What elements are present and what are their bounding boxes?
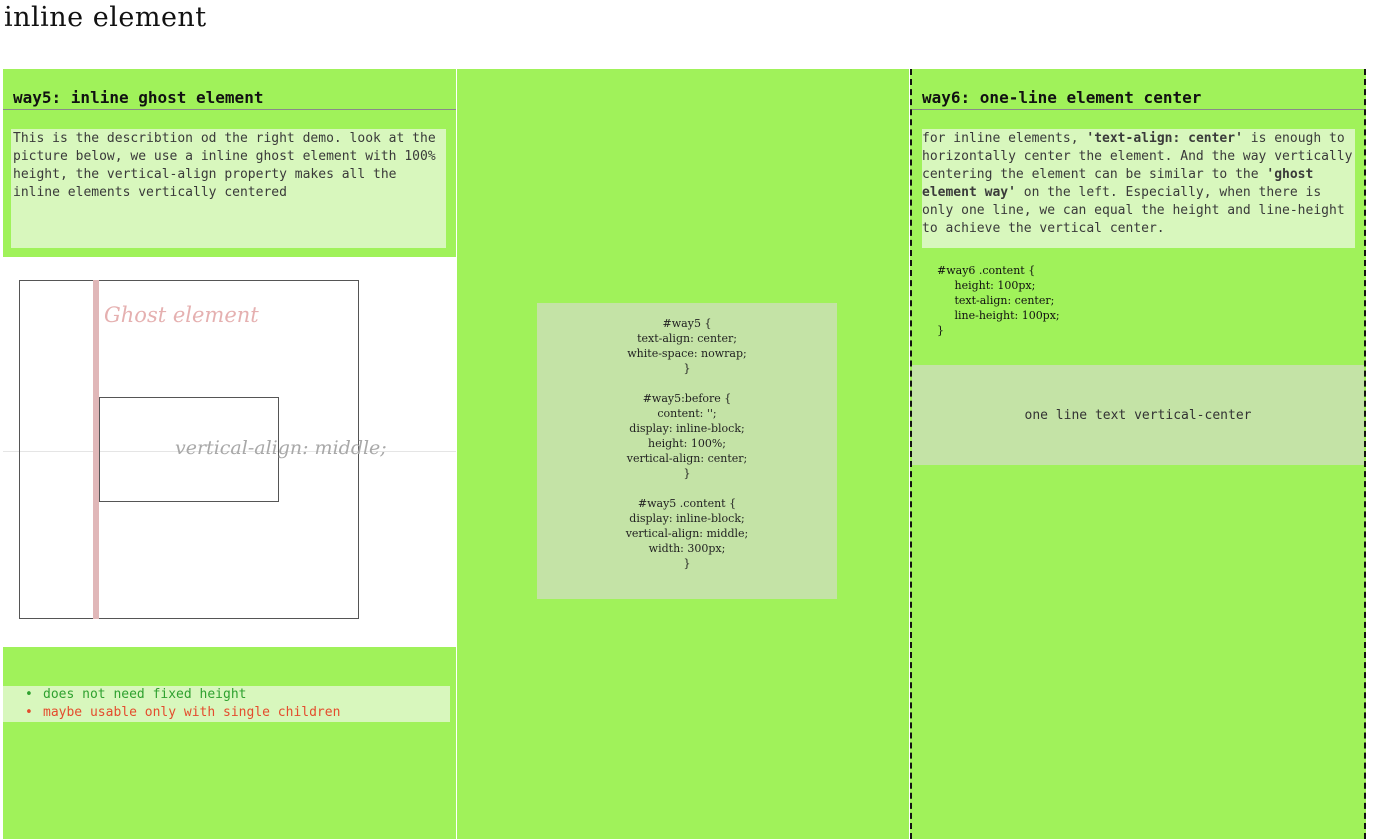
way5-demo-panel: #way5 { text-align: center; white-space:… (457, 69, 909, 839)
way6-demo-text: one line text vertical-center (1024, 407, 1252, 423)
way6-desc-part-1: for inline elements, (922, 131, 1087, 146)
way5-pros-cons-list: does not need fixed height maybe usable … (3, 686, 450, 722)
page-title: inline element (4, 2, 207, 33)
way6-demo-band: one line text vertical-center (912, 365, 1364, 465)
way6-code-block: #way6 .content { height: 100px; text-ali… (937, 264, 1060, 337)
diagram-vertical-align-label: vertical-align: middle; (175, 437, 387, 459)
way5-panel: way5: inline ghost element This is the d… (3, 69, 456, 839)
way5-heading: way5: inline ghost element (13, 88, 264, 107)
way6-desc-highlight-text-align: 'text-align: center' (1086, 131, 1243, 146)
way5-code-block: #way5 { text-align: center; white-space:… (537, 303, 837, 599)
ghost-element-diagram: Ghost element vertical-align: middle; (3, 257, 456, 647)
way6-heading-rule (912, 109, 1364, 110)
pro-item: does not need fixed height (3, 686, 450, 704)
way5-pros-cons-area: does not need fixed height maybe usable … (3, 647, 456, 839)
way5-description: This is the describtion od the right dem… (11, 129, 446, 248)
way6-heading: way6: one-line element center (922, 88, 1202, 107)
diagram-ghost-label: Ghost element (104, 303, 259, 327)
way5-heading-rule (3, 109, 456, 110)
way6-description: for inline elements, 'text-align: center… (922, 129, 1355, 248)
con-item: maybe usable only with single children (3, 704, 450, 722)
way6-panel: way6: one-line element center for inline… (910, 69, 1366, 839)
way5-header-area: way5: inline ghost element This is the d… (3, 69, 456, 257)
